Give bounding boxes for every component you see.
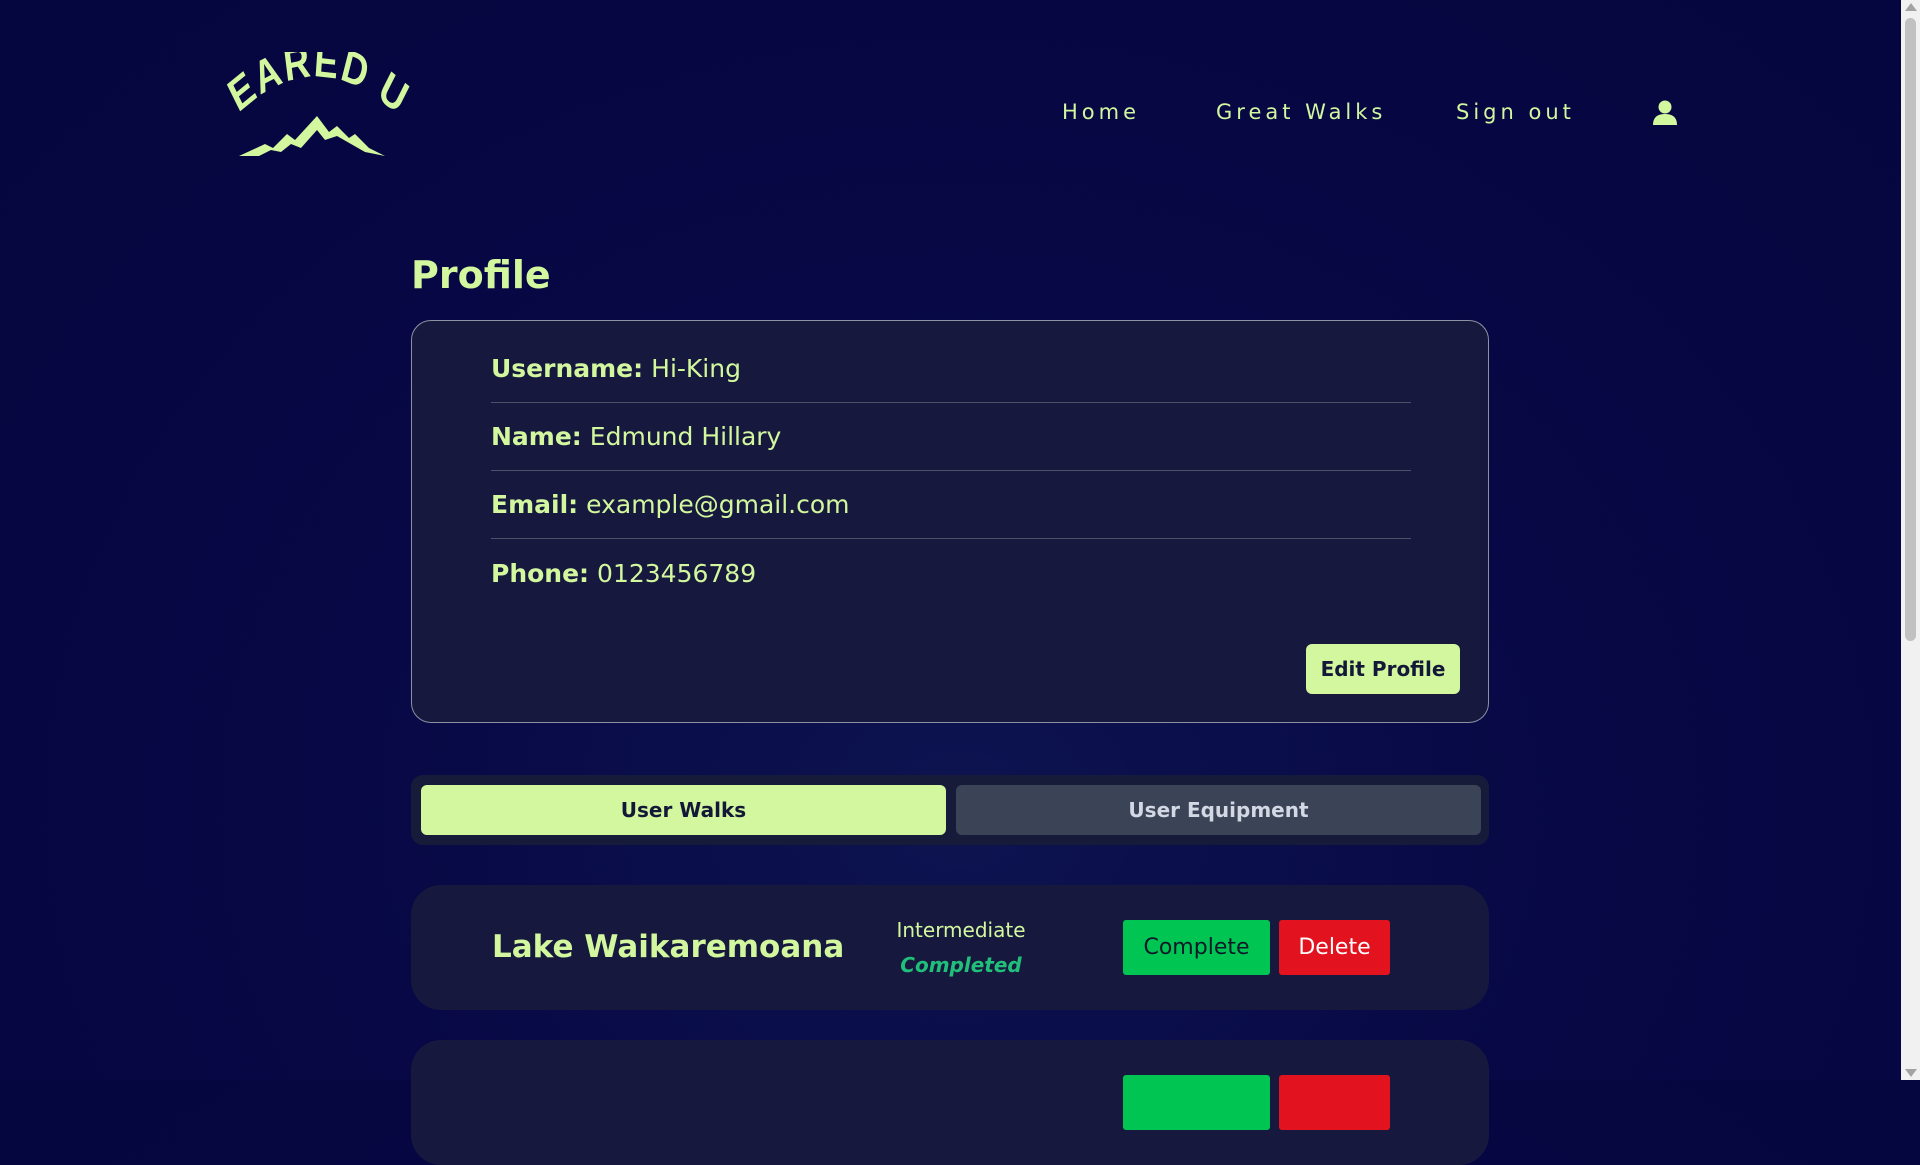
page-scrollbar[interactable] [1901, 0, 1920, 1080]
complete-button[interactable]: Complete [1123, 920, 1270, 975]
tab-user-walks[interactable]: User Walks [421, 785, 946, 835]
page-title: Profile [411, 253, 551, 297]
complete-button[interactable] [1123, 1075, 1270, 1130]
profile-card: Username: Hi-King Name: Edmund Hillary E… [411, 320, 1489, 723]
delete-button[interactable]: Delete [1279, 920, 1390, 975]
delete-button[interactable] [1279, 1075, 1390, 1130]
walk-difficulty: Intermediate [896, 918, 1026, 942]
tab-user-equipment[interactable]: User Equipment [956, 785, 1481, 835]
walk-card [411, 1040, 1489, 1165]
phone-label: Phone: [491, 558, 590, 588]
geared-up-logo[interactable]: GEARED UP [225, 52, 420, 162]
email-row: Email: example@gmail.com [491, 471, 1411, 539]
username-row: Username: Hi-King [491, 335, 1411, 403]
logo-text: GEARED UP [225, 52, 415, 124]
nav-home-link[interactable]: Home [1062, 100, 1140, 130]
scroll-down-arrow-icon[interactable] [1905, 1069, 1917, 1077]
nav-sign-out-link[interactable]: Sign out [1456, 100, 1575, 130]
scroll-up-arrow-icon[interactable] [1905, 3, 1917, 11]
username-value: Hi-King [651, 354, 741, 383]
name-value: Edmund Hillary [589, 422, 782, 451]
email-label: Email: [491, 490, 579, 519]
profile-tabs: User Walks User Equipment [411, 775, 1489, 845]
walk-card: Lake Waikaremoana Intermediate Completed… [411, 885, 1489, 1010]
name-row: Name: Edmund Hillary [491, 403, 1411, 471]
walk-status: Completed [900, 953, 1022, 977]
svg-text:GEARED UP: GEARED UP [225, 52, 417, 124]
email-value: example@gmail.com [586, 490, 850, 519]
phone-row: Phone: 0123456789 [491, 539, 1411, 607]
username-label: Username: [491, 354, 644, 383]
scrollbar-thumb[interactable] [1905, 18, 1916, 641]
phone-value: 0123456789 [597, 558, 757, 588]
user-icon[interactable] [1652, 99, 1678, 125]
nav-great-walks-link[interactable]: Great Walks [1216, 100, 1386, 130]
walk-name: Lake Waikaremoana [492, 929, 845, 965]
mountains-icon [239, 116, 385, 156]
edit-profile-button[interactable]: Edit Profile [1306, 644, 1460, 694]
name-label: Name: [491, 422, 582, 451]
